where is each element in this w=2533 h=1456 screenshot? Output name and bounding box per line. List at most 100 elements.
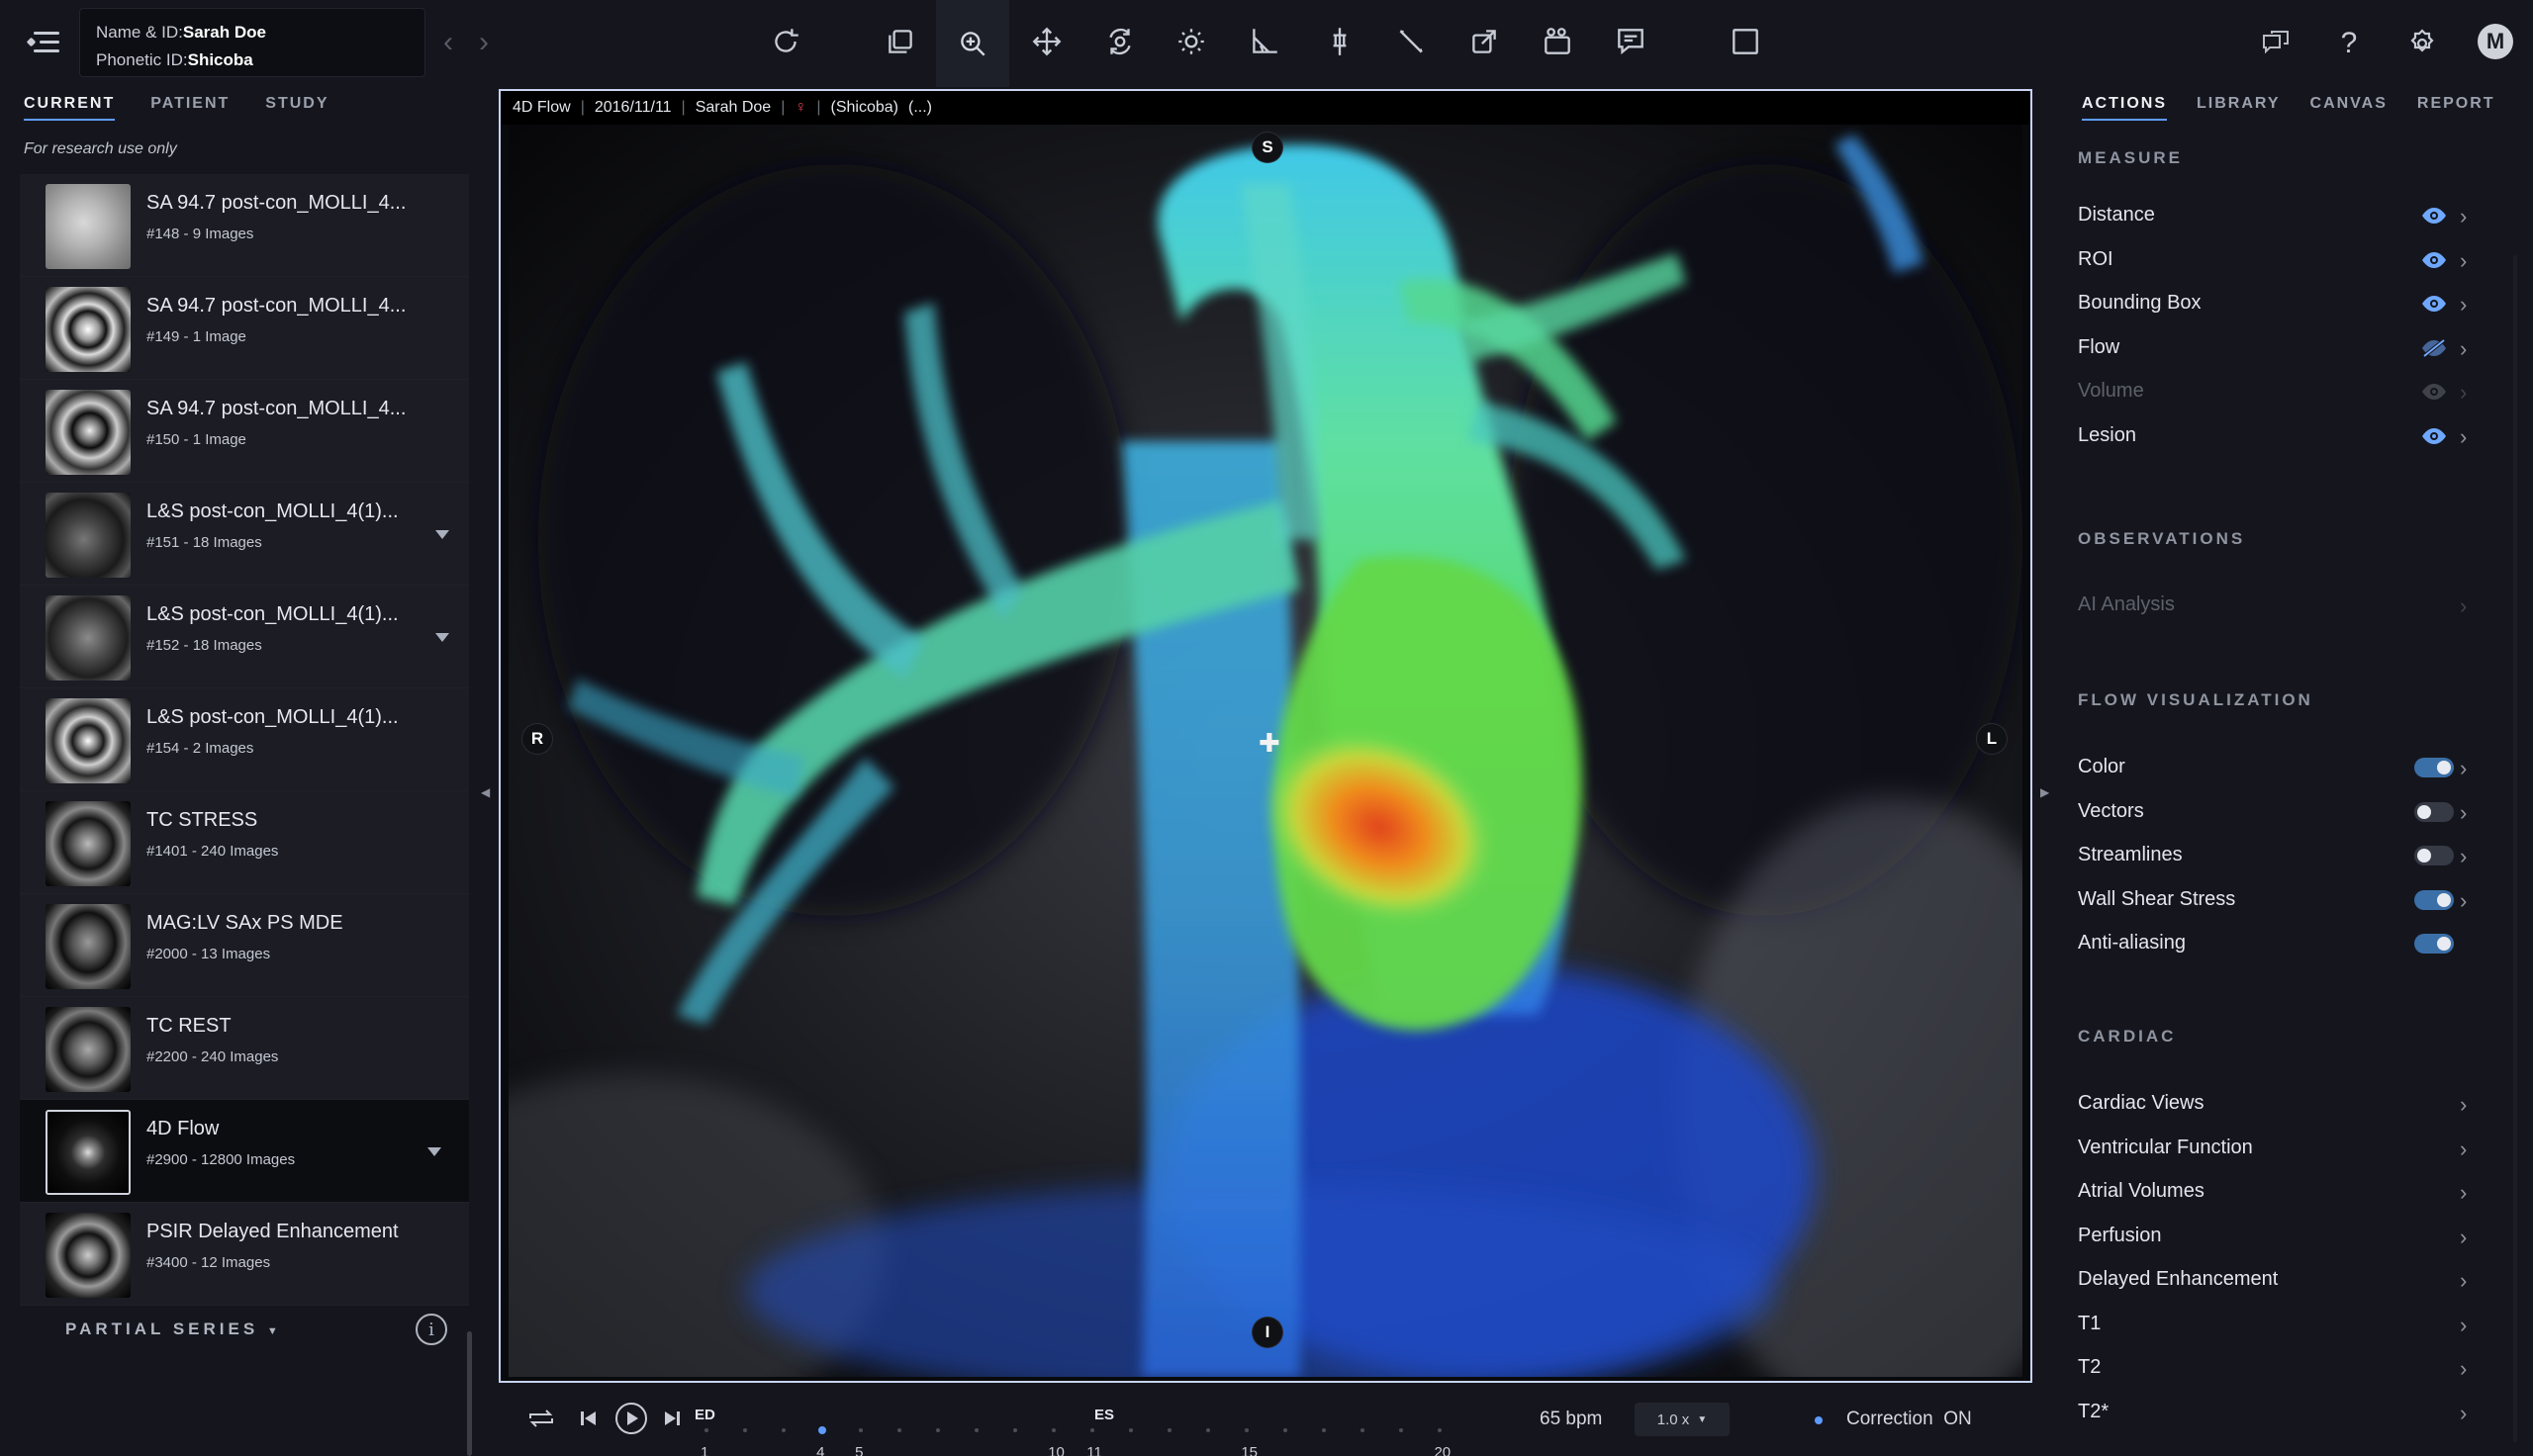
probe-icon[interactable] xyxy=(1318,20,1361,63)
layers-icon[interactable] xyxy=(879,20,922,63)
speed-select[interactable]: 1.0 x ▼ xyxy=(1635,1403,1730,1436)
frame-tick[interactable] xyxy=(1322,1428,1327,1432)
cardiac-item[interactable]: Delayed Enhancement › xyxy=(2078,1260,2467,1300)
series-item[interactable]: SA 94.7 post-con_MOLLI_4... #150 - 1 Ima… xyxy=(20,380,469,483)
frame-tick[interactable] xyxy=(1206,1428,1211,1432)
series-item[interactable]: SA 94.7 post-con_MOLLI_4... #149 - 1 Ima… xyxy=(20,277,469,380)
zoom-icon[interactable] xyxy=(936,0,1009,87)
current-frame-marker[interactable] xyxy=(818,1426,827,1434)
cardiac-item[interactable]: Atrial Volumes › xyxy=(2078,1172,2467,1212)
observation-ai-analysis[interactable]: AI Analysis › xyxy=(2078,586,2467,625)
series-item[interactable]: TC STRESS #1401 - 240 Images xyxy=(20,791,469,894)
series-item[interactable]: PSIR Delayed Enhancement #3400 - 12 Imag… xyxy=(20,1203,469,1306)
user-avatar[interactable]: M xyxy=(2478,24,2513,59)
rotate-icon[interactable] xyxy=(1098,20,1142,63)
eye-icon[interactable] xyxy=(2420,382,2448,402)
pan-icon[interactable] xyxy=(1025,20,1069,63)
series-item[interactable]: L&S post-con_MOLLI_4(1)... #152 - 18 Ima… xyxy=(20,586,469,688)
series-item[interactable]: L&S post-con_MOLLI_4(1)... #154 - 2 Imag… xyxy=(20,688,469,791)
help-icon[interactable]: ? xyxy=(2329,24,2369,63)
flow-streamlines[interactable]: Streamlines › xyxy=(2078,836,2467,875)
frame-tick[interactable] xyxy=(936,1428,941,1432)
toggle-switch[interactable] xyxy=(2414,934,2454,954)
frame-tick[interactable] xyxy=(1360,1428,1365,1432)
tab-current[interactable]: CURRENT xyxy=(24,95,116,121)
frame-tick[interactable] xyxy=(1090,1428,1095,1432)
tab-study[interactable]: STUDY xyxy=(265,95,328,121)
frame-tick[interactable] xyxy=(1129,1428,1134,1432)
flow-wall-shear-stress[interactable]: Wall Shear Stress › xyxy=(2078,880,2467,920)
frame-tick[interactable] xyxy=(1283,1428,1288,1432)
tab-actions[interactable]: ACTIONS xyxy=(2082,95,2167,121)
viewport-more[interactable]: (...) xyxy=(908,99,932,117)
cardiac-item[interactable]: Ventricular Function › xyxy=(2078,1129,2467,1168)
measure-lesion[interactable]: Lesion › xyxy=(2078,416,2467,456)
hamburger-icon[interactable] xyxy=(26,28,63,57)
toggle-switch[interactable] xyxy=(2414,846,2454,865)
frame-tick[interactable] xyxy=(1052,1428,1057,1432)
eye-icon[interactable] xyxy=(2420,294,2448,314)
chat-icon[interactable] xyxy=(2256,24,2296,63)
forward-arrow-icon[interactable]: › xyxy=(479,26,489,59)
tab-patient[interactable]: PATIENT xyxy=(150,95,230,121)
frame-tick[interactable] xyxy=(743,1428,748,1432)
frame-tick[interactable] xyxy=(782,1428,787,1432)
toggle-switch[interactable] xyxy=(2414,758,2454,777)
toggle-switch[interactable] xyxy=(2414,801,2454,822)
expand-caret-icon[interactable] xyxy=(435,633,449,642)
info-icon[interactable]: i xyxy=(416,1314,447,1345)
eye-icon[interactable] xyxy=(2420,206,2448,226)
left-scrollbar[interactable] xyxy=(467,1331,472,1456)
camera-icon[interactable] xyxy=(1536,20,1579,63)
measure-roi[interactable]: ROI › xyxy=(2078,240,2467,280)
collapse-right-icon[interactable]: ▶ xyxy=(2040,785,2049,799)
cardiac-item[interactable]: T2* › xyxy=(2078,1393,2467,1432)
cardiac-item[interactable]: Perfusion › xyxy=(2078,1217,2467,1256)
frame-timeline[interactable]: ED ES 1 4 5 10 11 15 20 xyxy=(695,1399,1488,1456)
comment-icon[interactable] xyxy=(1609,20,1652,63)
collapse-left-icon[interactable]: ◀ xyxy=(481,785,490,799)
cardiac-item[interactable]: Cardiac Views › xyxy=(2078,1084,2467,1124)
toggle-switch[interactable] xyxy=(2414,889,2454,910)
measure-volume[interactable]: Volume › xyxy=(2078,372,2467,411)
partial-series-dropdown[interactable]: PARTIAL SERIES ▼ xyxy=(65,1320,282,1339)
series-item[interactable]: 4D Flow #2900 - 12800 Images xyxy=(20,1100,469,1203)
eye-icon[interactable] xyxy=(2420,250,2448,270)
tab-library[interactable]: LIBRARY xyxy=(2197,95,2281,121)
expand-caret-icon[interactable] xyxy=(427,1147,441,1156)
layout-icon[interactable] xyxy=(1724,20,1767,63)
measure-distance[interactable]: Distance › xyxy=(2078,196,2467,235)
series-item[interactable]: L&S post-con_MOLLI_4(1)... #151 - 18 Ima… xyxy=(20,483,469,586)
series-item[interactable]: MAG:LV SAx PS MDE #2000 - 13 Images xyxy=(20,894,469,997)
share-icon[interactable] xyxy=(1462,20,1506,63)
frame-tick[interactable] xyxy=(897,1428,902,1432)
skip-forward-icon[interactable] xyxy=(661,1407,683,1435)
frame-tick[interactable] xyxy=(1245,1428,1250,1432)
correction-status[interactable]: Correction ON xyxy=(1846,1409,1972,1430)
expand-caret-icon[interactable] xyxy=(435,530,449,539)
series-item[interactable]: SA 94.7 post-con_MOLLI_4... #148 - 9 Ima… xyxy=(20,174,469,277)
cardiac-item[interactable]: T1 › xyxy=(2078,1305,2467,1344)
eye-off-icon[interactable] xyxy=(2420,337,2448,358)
measure-flow[interactable]: Flow › xyxy=(2078,328,2467,368)
frame-tick[interactable] xyxy=(1013,1428,1018,1432)
tab-report[interactable]: REPORT xyxy=(2417,95,2495,121)
play-icon[interactable] xyxy=(613,1401,649,1441)
frame-tick[interactable] xyxy=(704,1428,708,1432)
frame-tick[interactable] xyxy=(1399,1428,1404,1432)
cardiac-item[interactable]: T2 › xyxy=(2078,1348,2467,1388)
image-viewport[interactable]: 4D Flow | 2016/11/11 | Sarah Doe | ♀ | (… xyxy=(499,89,2032,1383)
right-scrollbar[interactable] xyxy=(2513,255,2517,1442)
angle-icon[interactable] xyxy=(1243,20,1286,63)
skip-back-icon[interactable] xyxy=(578,1407,600,1435)
eye-icon[interactable] xyxy=(2420,426,2448,446)
loop-icon[interactable] xyxy=(526,1407,556,1435)
ruler-icon[interactable] xyxy=(1389,20,1433,63)
flow-vectors[interactable]: Vectors › xyxy=(2078,792,2467,832)
frame-tick[interactable] xyxy=(1438,1428,1443,1432)
patient-info[interactable]: Name & ID:Sarah Doe Phonetic ID:Shicoba xyxy=(79,8,425,77)
flow-anti-aliasing[interactable]: Anti-aliasing xyxy=(2078,924,2464,963)
series-item[interactable]: TC REST #2200 - 240 Images xyxy=(20,997,469,1100)
settings-icon[interactable] xyxy=(2402,24,2442,63)
tab-canvas[interactable]: CANVAS xyxy=(2310,95,2388,121)
